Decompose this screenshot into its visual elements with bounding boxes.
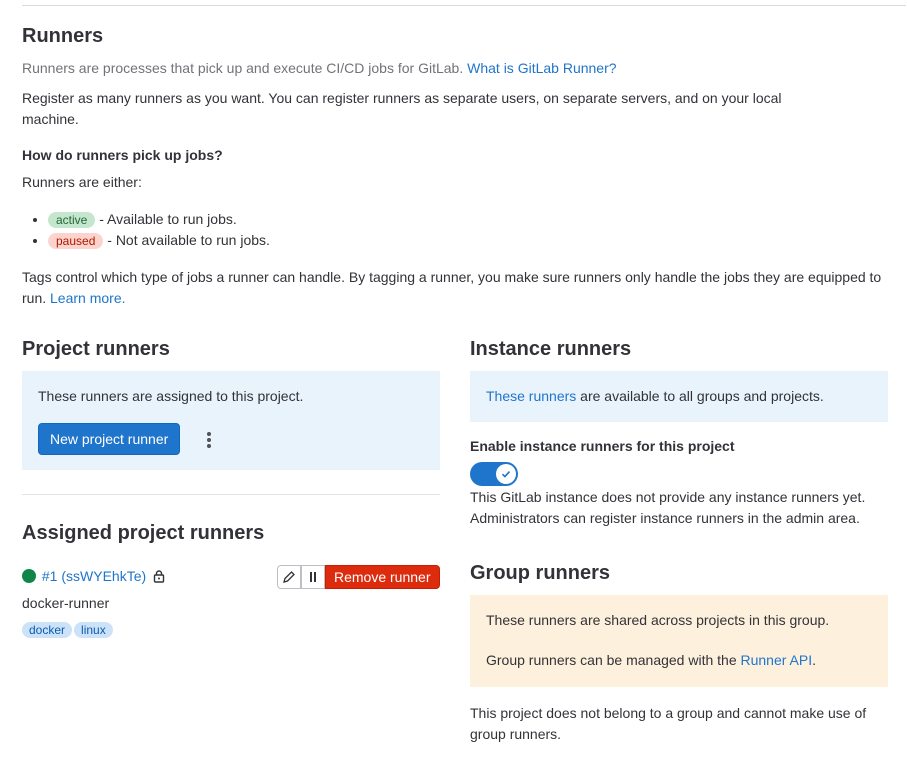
what-is-runner-link[interactable]: What is GitLab Runner? [467,60,616,76]
group-runners-title: Group runners [470,562,611,584]
section-divider [22,494,440,495]
learn-more-link[interactable]: Learn more. [50,290,125,306]
project-runners-box: These runners are assigned to this proje… [22,371,440,470]
paused-badge: paused [48,233,104,249]
group-runners-box: These runners are shared across projects… [470,595,888,687]
instance-runners-box: These runners are available to all group… [470,371,888,422]
runner-description: docker-runner [22,595,110,611]
group-runners-note: This project does not belong to a group … [470,705,867,742]
pencil-icon [283,571,295,583]
list-item: active - Available to run jobs. [48,209,270,230]
check-icon [501,471,511,478]
runners-intro-text: Runners are processes that pick up and e… [22,60,464,76]
register-text: Register as many runners as you want. Yo… [22,90,782,127]
instance-runners-toggle[interactable] [470,462,518,486]
how-heading: How do runners pick up jobs? [22,147,223,163]
pause-runner-button[interactable] [301,565,325,589]
toggle-knob [496,464,516,484]
tags-text-body: Tags control which type of jobs a runner… [22,269,882,306]
project-runners-title: Project runners [22,338,170,360]
lock-icon [152,568,166,588]
runner-row: #1 (ssWYEhkTe) [22,566,166,588]
list-item: paused - Not available to run jobs. [48,230,270,251]
state-description: - Available to run jobs. [95,211,237,227]
instance-runners-box-text: These runners are available to all group… [486,386,824,407]
active-badge: active [48,212,96,228]
instance-runners-title: Instance runners [470,338,632,360]
runner-api-link[interactable]: Runner API [741,652,813,668]
online-status-icon [22,569,36,583]
tags-text: Tags control which type of jobs a runner… [22,267,882,309]
either-text: Runners are either: [22,174,142,190]
runners-title: Runners [22,25,104,47]
runner-tags: docker linux [22,621,115,638]
tag-docker: docker [22,622,73,638]
runners-intro: Runners are processes that pick up and e… [22,58,882,79]
instance-runners-box-rest: are available to all groups and projects… [576,388,824,404]
these-runners-link[interactable]: These runners [486,388,576,404]
group-runners-box-line2-end: . [812,652,816,668]
runner-states-list: active - Available to run jobs. paused -… [22,209,270,251]
state-description: - Not available to run jobs. [103,232,270,248]
group-runners-box-line2-text: Group runners can be managed with the [486,652,741,668]
group-runners-box-line2: Group runners can be managed with the Ru… [486,650,816,671]
assigned-runners-title: Assigned project runners [22,522,265,544]
remove-runner-button[interactable]: Remove runner [325,565,440,589]
new-project-runner-button[interactable]: New project runner [38,423,181,455]
edit-runner-button[interactable] [277,565,301,589]
runner-actions: Remove runner [277,565,440,589]
top-divider [22,5,906,6]
instance-runners-note: This GitLab instance does not provide an… [470,489,866,526]
tag-linux: linux [74,622,113,638]
toggle-label: Enable instance runners for this project [470,438,735,454]
vertical-ellipsis-icon[interactable] [207,432,211,450]
project-runners-box-text: These runners are assigned to this proje… [38,388,304,404]
pause-icon [310,572,316,582]
group-runners-box-line1: These runners are shared across projects… [486,612,830,628]
runner-id-link[interactable]: #1 (ssWYEhkTe) [42,568,146,584]
